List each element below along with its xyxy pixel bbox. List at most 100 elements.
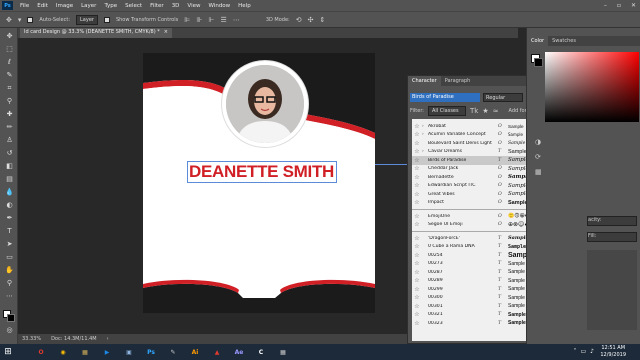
dodge-tool-icon[interactable]: ◐ [5,201,14,210]
taskbar-app-notepad-icon[interactable]: ✎ [162,344,184,360]
star-icon[interactable]: ☆ [412,311,422,318]
taskbar-app-app-grid-icon[interactable]: ▦ [272,344,294,360]
menu-edit[interactable]: Edit [37,3,48,9]
network-icon[interactable]: ▭ [580,348,586,355]
more-tools-icon[interactable]: ⋯ [5,292,14,301]
taskbar-app-gallery-icon[interactable]: ▣ [118,344,140,360]
similar-fonts-icon[interactable]: ≈ [493,107,499,115]
menu-type[interactable]: Type [104,3,117,9]
background-color-swatch[interactable] [7,314,15,322]
id-card-artboard[interactable]: DEANETTE SMITH [143,53,375,313]
star-icon[interactable]: ☆ [412,277,422,284]
text-bounding-box[interactable] [187,161,337,183]
tab-paragraph[interactable]: Paragraph [441,76,475,86]
taskbar-clock[interactable]: 12:51 AM 12/9/2019 [600,345,626,359]
menu-window[interactable]: Window [208,3,230,9]
star-icon[interactable]: ☆ [412,148,422,155]
adjustments-icon[interactable]: ◑ [535,138,544,147]
taskbar-app-media-icon[interactable]: ▶ [96,344,118,360]
opacity-field[interactable]: acity: [587,216,637,226]
marquee-tool-icon[interactable]: ⬚ [5,45,14,54]
menu-image[interactable]: Image [56,3,73,9]
menu-view[interactable]: View [187,3,200,9]
typekit-filter-icon[interactable]: Tk [470,107,478,115]
star-icon[interactable]: ☆ [412,260,422,267]
taskbar-app-file-explorer-icon[interactable]: ▦ [74,344,96,360]
crop-tool-icon[interactable]: ⌗ [5,84,14,93]
star-icon[interactable]: ☆ [412,243,422,250]
healing-tool-icon[interactable]: ✚ [5,110,14,119]
auto-select-dropdown[interactable]: Layer [76,14,98,25]
background-swatch[interactable] [534,58,543,67]
fill-field[interactable]: Fill: [587,232,637,242]
taskbar-app-app-c-icon[interactable]: C [250,344,272,360]
properties-icon[interactable]: ▦ [535,168,544,177]
eraser-tool-icon[interactable]: ◧ [5,162,14,171]
document-tab[interactable]: Id card Design @ 33.3% (DEANETTE SMITH, … [20,28,172,38]
move-tool-icon[interactable]: ✥ [5,32,14,41]
chevron-up-icon[interactable]: ˄ [573,348,576,355]
align-left-icon[interactable]: ⊫ [184,16,190,24]
star-icon[interactable]: ☆ [412,286,422,293]
star-icon[interactable]: ☆ [412,252,422,259]
taskbar-app-app-red-icon[interactable]: ▲ [206,344,228,360]
star-icon[interactable]: ☆ [412,157,422,164]
menu-select[interactable]: Select [125,3,142,9]
chevron-right-icon[interactable]: › [107,336,109,342]
font-family-field[interactable]: Birds of Paradise [410,93,480,102]
eyedropper-tool-icon[interactable]: ⚲ [5,97,14,106]
minimize-icon[interactable]: – [604,2,607,9]
pen-tool-icon[interactable]: ✒ [5,214,14,223]
distribute-icon[interactable]: ☰ [221,16,227,24]
blur-tool-icon[interactable]: 💧 [5,188,14,197]
brush-tool-icon[interactable]: ✏ [5,123,14,132]
star-icon[interactable]: ☆ [412,182,422,189]
close-icon[interactable]: ✕ [631,2,636,9]
tab-swatches[interactable]: Swatches [548,36,580,46]
shape-tool-icon[interactable]: ▭ [5,253,14,262]
hand-tool-icon[interactable]: ✋ [5,266,14,275]
align-right-icon[interactable]: ⊩ [208,16,214,24]
menu-filter[interactable]: Filter [150,3,164,9]
stamp-tool-icon[interactable]: ♙ [5,136,14,145]
favorite-filter-icon[interactable]: ★ [482,107,488,115]
menu-file[interactable]: File [20,3,29,9]
transform-controls-checkbox[interactable] [103,16,110,23]
3d-pan-icon[interactable]: ✣ [308,16,314,24]
star-icon[interactable]: ☆ [412,199,422,206]
quick-mask-icon[interactable]: ◎ [5,326,14,335]
zoom-level[interactable]: 33.33% [22,336,41,342]
font-style-dropdown[interactable]: Regular [483,93,523,102]
star-icon[interactable]: ☆ [412,123,422,130]
color-picker-field[interactable] [545,52,639,122]
align-center-icon[interactable]: ⊪ [196,16,202,24]
history-icon[interactable]: ⟳ [535,153,544,162]
tab-character[interactable]: Character [408,76,441,86]
menu-help[interactable]: Help [238,3,251,9]
star-icon[interactable]: ☆ [412,221,422,228]
maximize-icon[interactable]: ▫ [617,2,621,9]
star-icon[interactable]: ☆ [412,131,422,138]
path-select-icon[interactable]: ➤ [5,240,14,249]
star-icon[interactable]: ☆ [412,213,422,220]
taskbar-app-chrome-icon[interactable]: ◉ [52,344,74,360]
chevron-down-icon[interactable]: ▾ [18,16,22,24]
windows-start-icon[interactable]: ⊞ [0,344,16,360]
taskbar-app-illustrator-icon[interactable]: Ai [184,344,206,360]
quick-select-tool-icon[interactable]: ✎ [5,71,14,80]
taskbar-app-photoshop-icon[interactable]: Ps [140,344,162,360]
star-icon[interactable]: ☆ [412,269,422,276]
lasso-tool-icon[interactable]: ℓ [5,58,14,67]
move-tool-icon[interactable]: ✥ [6,16,12,24]
menu-3d[interactable]: 3D [172,3,180,9]
zoom-tool-icon[interactable]: ⚲ [5,279,14,288]
taskbar-app-opera-icon[interactable]: O [30,344,52,360]
3d-zoom-icon[interactable]: ⇕ [320,16,326,24]
menu-layer[interactable]: Layer [81,3,96,9]
star-icon[interactable]: ☆ [412,174,422,181]
tab-color[interactable]: Color [527,36,549,46]
3d-rotate-icon[interactable]: ⟲ [296,16,302,24]
star-icon[interactable]: ☆ [412,191,422,198]
filter-dropdown[interactable]: All Classes [427,106,466,116]
star-icon[interactable]: ☆ [412,320,422,327]
